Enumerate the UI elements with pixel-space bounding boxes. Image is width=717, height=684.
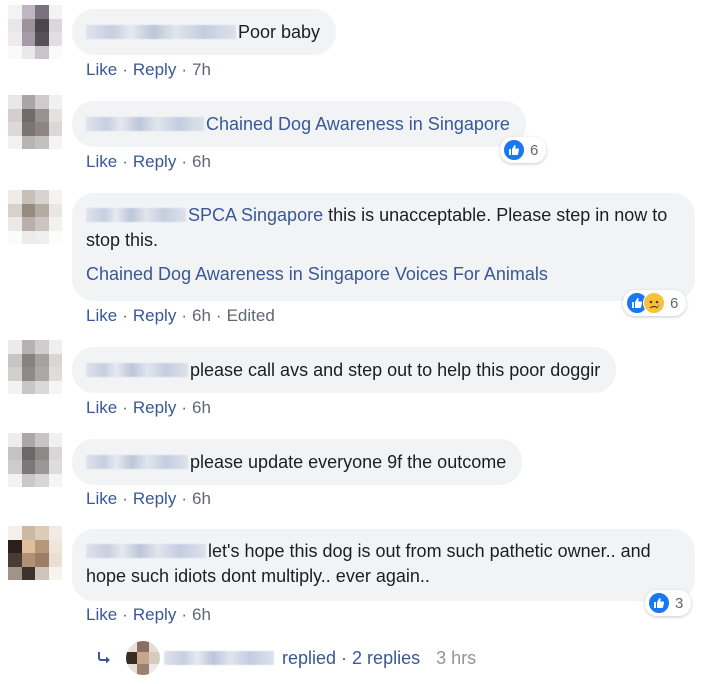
separator: · xyxy=(181,489,187,508)
reply-link[interactable]: Reply xyxy=(133,306,176,325)
reaction-count: 3 xyxy=(675,594,684,612)
like-reaction-icon xyxy=(648,592,670,614)
separator: · xyxy=(122,605,128,624)
comment-bubble: let's hope this dog is out from such pat… xyxy=(72,529,695,601)
reactions-badge[interactable]: 6 xyxy=(623,290,687,316)
commenter-name[interactable] xyxy=(86,455,188,469)
comment-actions: Like · Reply · 6h · Edited xyxy=(86,306,275,326)
comment-time[interactable]: 6h xyxy=(192,489,211,508)
comment-time[interactable]: 6h xyxy=(192,605,211,624)
comment-time[interactable]: 7h xyxy=(192,60,211,79)
comment-bubble: please update everyone 9f the outcome xyxy=(72,439,523,485)
comment-actions: Like · Reply · 7h xyxy=(86,60,211,80)
commenter-name[interactable] xyxy=(86,117,204,131)
commenter-name[interactable] xyxy=(86,544,206,558)
like-link[interactable]: Like xyxy=(86,398,117,417)
reaction-count: 6 xyxy=(530,141,539,159)
comment-actions: Like · Reply · 6h xyxy=(86,398,211,418)
separator: · xyxy=(181,152,187,171)
edited-label[interactable]: Edited xyxy=(227,306,275,325)
separator: · xyxy=(181,306,187,325)
commenter-name[interactable] xyxy=(86,208,186,222)
commenter-name[interactable] xyxy=(86,363,188,377)
avatar[interactable] xyxy=(8,5,62,59)
replies-count-link[interactable]: 2 replies xyxy=(352,648,420,669)
separator: · xyxy=(122,306,128,325)
replied-label[interactable]: replied xyxy=(282,648,336,669)
separator: · xyxy=(122,398,128,417)
like-link[interactable]: Like xyxy=(86,605,117,624)
reply-link[interactable]: Reply xyxy=(133,152,176,171)
comment-bubble: please call avs and step out to help thi… xyxy=(72,347,617,393)
reactions-badge[interactable]: 3 xyxy=(645,590,692,616)
commenter-name[interactable] xyxy=(86,25,236,39)
comment-time[interactable]: 6h xyxy=(192,306,211,325)
reply-link[interactable]: Reply xyxy=(133,489,176,508)
reply-link[interactable]: Reply xyxy=(133,605,176,624)
comment-bubble: SPCA Singapore this is unacceptable. Ple… xyxy=(72,193,695,301)
avatar[interactable] xyxy=(8,95,62,149)
comment-bubble: Chained Dog Awareness in Singapore xyxy=(72,101,526,147)
separator: · xyxy=(181,398,187,417)
comment-text: please update everyone 9f the outcome xyxy=(190,452,507,472)
comment-actions: Like · Reply · 6h xyxy=(86,152,211,172)
avatar[interactable] xyxy=(8,433,62,487)
separator: · xyxy=(215,306,222,325)
comment-bubble: Poor baby xyxy=(72,9,337,55)
tagged-pages-line[interactable]: Chained Dog Awareness in Singapore Voice… xyxy=(86,262,679,287)
reply-arrow-icon xyxy=(98,652,110,664)
comment-time[interactable]: 6h xyxy=(192,152,211,171)
replies-time: 3 hrs xyxy=(436,647,477,668)
separator: · xyxy=(181,605,187,624)
separator: · xyxy=(122,60,128,79)
like-link[interactable]: Like xyxy=(86,152,117,171)
comment-actions: Like · Reply · 6h xyxy=(86,489,211,509)
tagged-page-link[interactable]: SPCA Singapore xyxy=(188,205,323,225)
reply-link[interactable]: Reply xyxy=(133,398,176,417)
separator: · xyxy=(181,60,187,79)
avatar[interactable] xyxy=(8,526,62,580)
separator: · xyxy=(122,152,128,171)
tagged-page-link[interactable]: Chained Dog Awareness in Singapore xyxy=(206,114,510,134)
separator: · xyxy=(122,489,128,508)
comment-text: please call avs and step out to help thi… xyxy=(190,360,601,380)
comment-time[interactable]: 6h xyxy=(192,398,211,417)
replier-name[interactable] xyxy=(164,651,274,665)
reaction-count: 6 xyxy=(670,294,679,312)
like-link[interactable]: Like xyxy=(86,489,117,508)
like-link[interactable]: Like xyxy=(86,60,117,79)
separator: · xyxy=(341,647,348,668)
comment-text: Poor baby xyxy=(238,22,321,42)
avatar[interactable] xyxy=(8,340,62,394)
sad-reaction-icon xyxy=(643,292,665,314)
view-replies-row[interactable]: replied · 2 replies 3 hrs xyxy=(96,641,476,675)
avatar[interactable] xyxy=(8,190,62,244)
avatar[interactable] xyxy=(126,641,160,675)
like-reaction-icon xyxy=(503,139,525,161)
reactions-badge[interactable]: 6 xyxy=(500,137,547,163)
comment-actions: Like · Reply · 6h xyxy=(86,605,211,625)
like-link[interactable]: Like xyxy=(86,306,117,325)
reply-link[interactable]: Reply xyxy=(133,60,176,79)
